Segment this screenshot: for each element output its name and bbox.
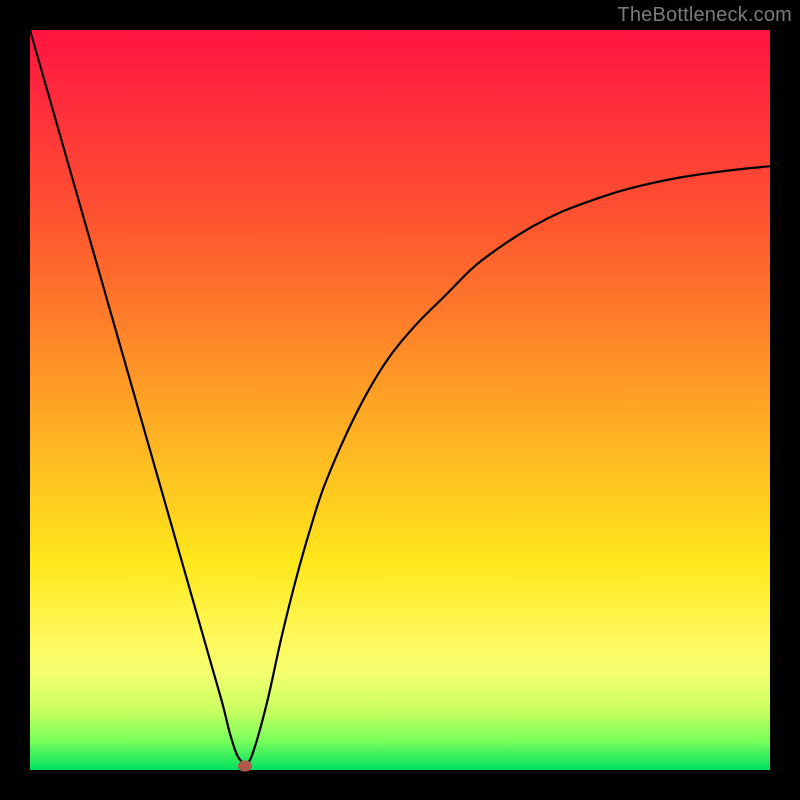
- min-point-marker: [238, 761, 252, 772]
- watermark-text: TheBottleneck.com: [617, 4, 792, 27]
- curve-layer: [30, 30, 770, 770]
- chart-frame: TheBottleneck.com: [0, 0, 800, 800]
- plot-area: [30, 30, 770, 770]
- bottleneck-curve: [30, 30, 770, 763]
